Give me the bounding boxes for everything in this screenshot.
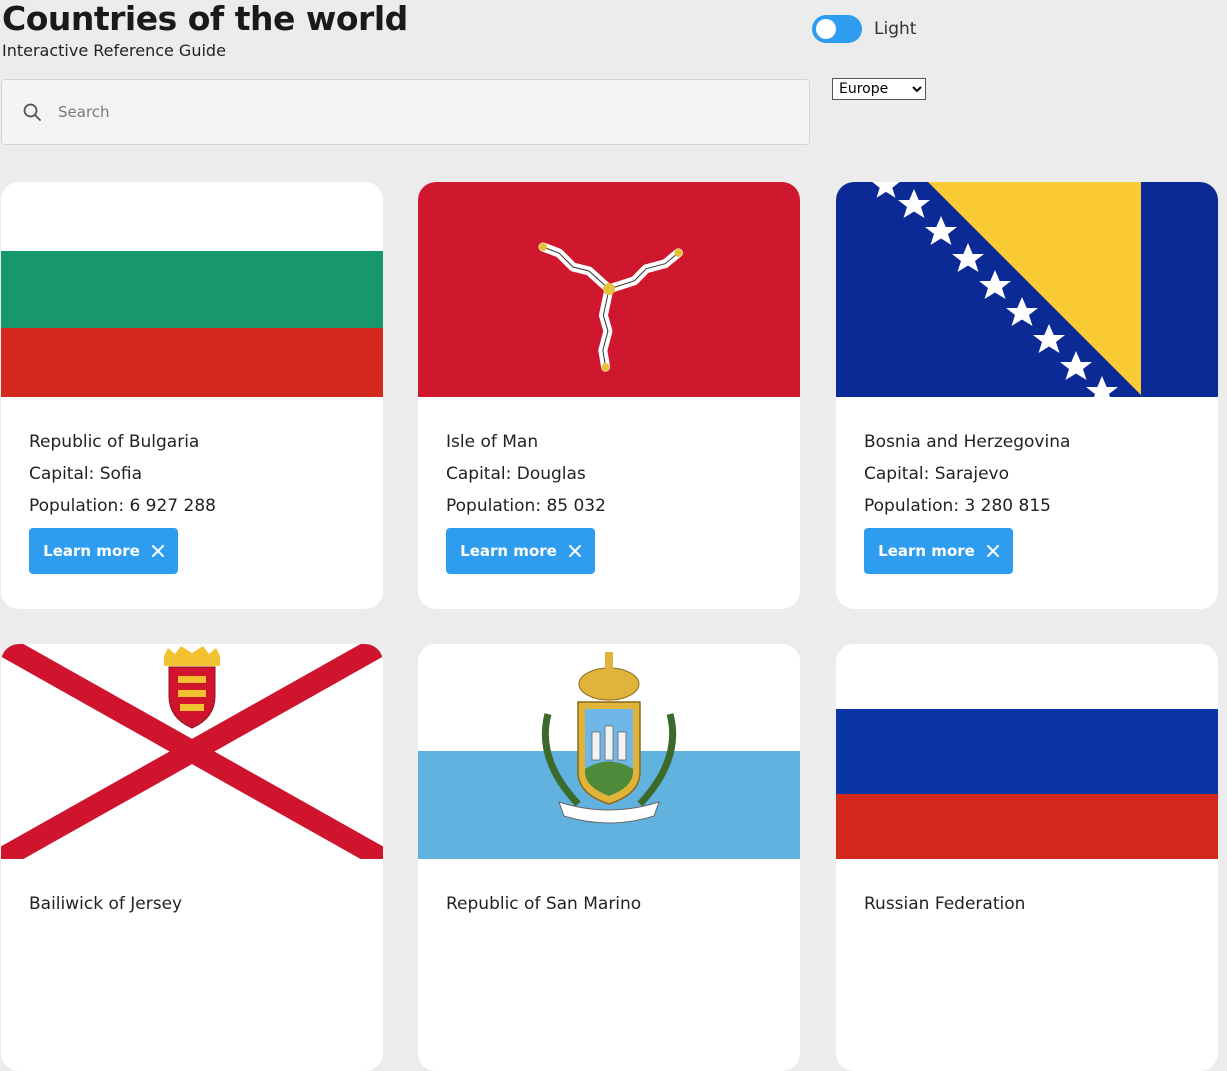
theme-toggle-group: Light	[812, 15, 916, 43]
theme-toggle[interactable]	[812, 15, 862, 43]
bulgaria-flag	[1, 182, 383, 397]
country-name: Isle of Man	[446, 432, 539, 452]
country-name: Republic of Bulgaria	[29, 432, 200, 452]
country-card[interactable]: Bailiwick of Jersey	[1, 644, 383, 1071]
search-input[interactable]	[56, 102, 760, 122]
country-name: Russian Federation	[864, 894, 1026, 914]
country-card[interactable]: Republic of San Marino	[418, 644, 800, 1071]
region-select[interactable]: Europe	[832, 78, 926, 100]
page-subtitle: Interactive Reference Guide	[2, 41, 226, 60]
country-card[interactable]: Russian Federation	[836, 644, 1218, 1071]
search-icon	[23, 103, 41, 121]
russia-flag	[836, 644, 1218, 859]
bosnia-flag	[836, 182, 1218, 397]
learn-more-button[interactable]: Learn more	[446, 528, 595, 574]
learn-more-button[interactable]: Learn more	[29, 528, 178, 574]
learn-more-label: Learn more	[460, 542, 557, 560]
close-icon	[151, 545, 164, 557]
country-name: Bosnia and Herzegovina	[864, 432, 1071, 452]
country-card[interactable]: Bosnia and Herzegovina Capital: Sarajevo…	[836, 182, 1218, 609]
country-name: Republic of San Marino	[446, 894, 642, 914]
learn-more-label: Learn more	[43, 542, 140, 560]
learn-more-button[interactable]: Learn more	[864, 528, 1013, 574]
country-card[interactable]: Isle of Man Capital: Douglas Population:…	[418, 182, 800, 609]
country-capital: Capital: Sarajevo	[864, 464, 1009, 484]
isle-of-man-flag	[418, 182, 800, 397]
country-capital: Capital: Douglas	[446, 464, 586, 484]
country-name: Bailiwick of Jersey	[29, 894, 183, 914]
country-population: Population: 85 032	[446, 496, 606, 516]
learn-more-label: Learn more	[878, 542, 975, 560]
theme-label: Light	[874, 19, 917, 39]
country-population: Population: 3 280 815	[864, 496, 1051, 516]
search-bar	[1, 79, 810, 145]
san-marino-flag	[418, 644, 800, 859]
close-icon	[986, 545, 999, 557]
jersey-flag	[1, 644, 383, 859]
country-population: Population: 6 927 288	[29, 496, 216, 516]
close-icon	[568, 545, 581, 557]
toggle-knob	[816, 19, 836, 39]
country-capital: Capital: Sofia	[29, 464, 143, 484]
page-title: Countries of the world	[2, 0, 408, 38]
country-card[interactable]: Republic of Bulgaria Capital: Sofia Popu…	[1, 182, 383, 609]
